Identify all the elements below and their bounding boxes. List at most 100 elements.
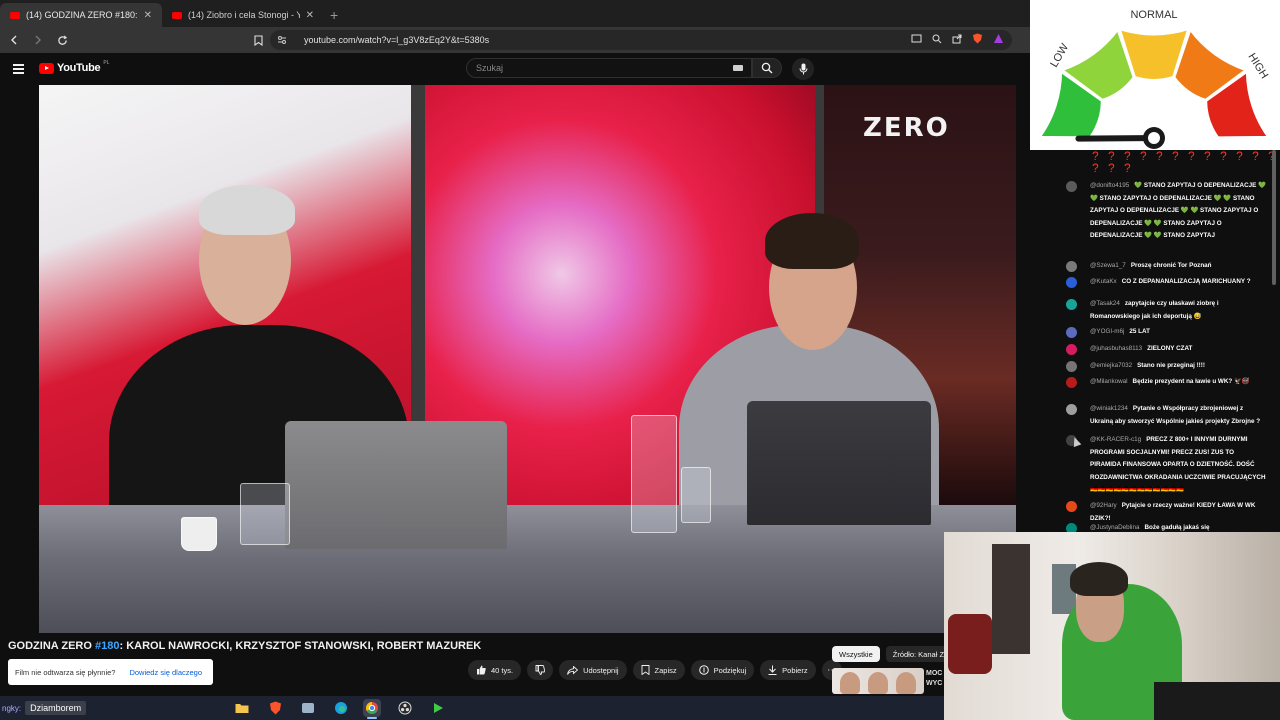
playback-notice: Film nie odtwarza się płynnie? Dowiedz s… xyxy=(8,659,213,685)
chat-author[interactable]: @KutaKx xyxy=(1090,278,1117,285)
avatar[interactable] xyxy=(1066,261,1077,272)
search-button[interactable] xyxy=(752,58,782,78)
avatar[interactable] xyxy=(1066,344,1077,355)
search-input[interactable]: Szukaj xyxy=(466,58,752,78)
address-bar[interactable]: youtube.com/watch?v=l_g3V8zEq2Y&t=5380s xyxy=(270,30,1012,50)
active-app-indicator xyxy=(367,717,377,719)
chat-author[interactable]: @92Hary xyxy=(1090,502,1117,509)
chat-author[interactable]: @juhasbuhas8113 xyxy=(1090,345,1142,352)
video-actions: 40 tys. Udostępnij Zapisz Podziękuj Pobi… xyxy=(468,660,842,680)
avatar[interactable] xyxy=(1066,377,1077,388)
gauge-needle xyxy=(1075,135,1157,142)
video-title: GODZINA ZERO #180: KAROL NAWROCKI, KRZYS… xyxy=(8,640,481,652)
zoom-icon[interactable] xyxy=(932,34,942,44)
avatar[interactable] xyxy=(1066,181,1077,192)
chat-scrollbar[interactable] xyxy=(1272,150,1276,285)
streamer-hair xyxy=(1070,562,1128,596)
thumbs-up-icon xyxy=(477,665,486,675)
edge-icon[interactable] xyxy=(332,699,350,717)
youtube-play-icon xyxy=(39,62,54,74)
recommended-video-title[interactable]: MOC WYC xyxy=(926,669,944,689)
share-page-icon[interactable] xyxy=(952,34,962,44)
reload-icon[interactable] xyxy=(52,30,72,50)
launcher-icon[interactable] xyxy=(429,699,447,717)
omnibox-actions xyxy=(911,33,1004,44)
chat-message: @KutaKx CO Z DEPANANALIZACJĄ MARICHUANY ? xyxy=(1066,276,1266,289)
new-tab-icon[interactable]: + xyxy=(330,3,338,27)
stream-username-overlay: ngky: Dziamborem xyxy=(0,696,87,720)
recommended-video-thumbnail[interactable] xyxy=(832,668,924,694)
share-label: Udostępnij xyxy=(583,665,619,675)
host-left-hair xyxy=(199,185,295,235)
browser-tab-active[interactable]: (14) GODZINA ZERO #180: K ✕ xyxy=(0,3,162,27)
avatar[interactable] xyxy=(1066,277,1077,288)
voice-search-button[interactable] xyxy=(792,58,814,80)
chat-author[interactable]: @Szewa1_7 xyxy=(1090,262,1126,269)
title-hashtag[interactable]: #180 xyxy=(95,640,119,652)
chat-message: @winiak1234 Pytanie o Współpracy zbrojeni… xyxy=(1066,403,1266,428)
video-player[interactable]: ZERO xyxy=(39,85,1016,633)
menu-icon[interactable] xyxy=(13,64,24,74)
obs-icon[interactable] xyxy=(396,699,414,717)
forward-icon[interactable] xyxy=(28,30,48,50)
overlay-user-a: ngky: xyxy=(2,703,22,713)
chrome-icon[interactable] xyxy=(363,699,381,717)
thanks-button[interactable]: Podziękuj xyxy=(690,660,755,680)
keyboard-icon[interactable] xyxy=(733,65,743,71)
webcam-chair xyxy=(948,614,992,674)
save-playlist-icon xyxy=(641,665,649,675)
microphone-icon xyxy=(799,63,807,75)
avatar[interactable] xyxy=(1066,299,1077,310)
site-settings-icon[interactable] xyxy=(277,35,287,45)
chip-all[interactable]: Wszystkie xyxy=(832,646,880,662)
chat-text: 💚 STANO ZAPYTAJ O DEPENALIZACJE 💚 💚 STAN… xyxy=(1090,182,1266,239)
chat-author[interactable]: @Tasak24 xyxy=(1090,300,1120,307)
notice-text: Film nie odtwarza się płynnie? xyxy=(15,667,116,677)
chat-author[interactable]: @JustynaDeblina xyxy=(1090,524,1139,531)
chat-message: @Milankowal Będzie prezydent na ławie u W… xyxy=(1066,376,1266,389)
like-count: 40 tys. xyxy=(491,665,514,675)
chat-author[interactable]: @winiak1234 xyxy=(1090,405,1128,412)
cast-icon[interactable] xyxy=(911,34,922,43)
brave-rewards-icon[interactable] xyxy=(993,33,1004,44)
youtube-logo[interactable]: YouTube PL xyxy=(39,60,110,74)
save-button[interactable]: Zapisz xyxy=(632,660,685,680)
chat-author[interactable]: @donifto4195 xyxy=(1090,182,1129,189)
avatar[interactable] xyxy=(1066,327,1077,338)
zero-channel-logo: ZERO xyxy=(863,113,950,143)
gauge-label-normal: NORMAL xyxy=(1130,9,1177,21)
brave-icon[interactable] xyxy=(266,699,284,717)
os-taskbar: ngky: Dziamborem xyxy=(0,696,944,720)
host-right-hair xyxy=(765,213,859,269)
dislike-button[interactable] xyxy=(527,660,554,680)
close-icon[interactable]: ✕ xyxy=(306,10,314,21)
chat-author[interactable]: @KK-RACER-c1g xyxy=(1090,436,1141,443)
gauge-label-high: HIGH xyxy=(1245,51,1270,81)
chat-text: ZIELONY CZAT xyxy=(1147,345,1193,352)
folder-icon[interactable] xyxy=(233,699,251,717)
water-glass xyxy=(681,467,711,523)
recommendation-chips: Wszystkie Źródło: Kanał Ze xyxy=(832,646,956,662)
brave-shield-icon[interactable] xyxy=(972,33,983,44)
learn-why-link[interactable]: Dowiedz się dlaczego xyxy=(129,668,202,677)
avatar[interactable] xyxy=(1066,404,1077,415)
download-button[interactable]: Pobierz xyxy=(760,660,816,680)
files-icon[interactable] xyxy=(299,699,317,717)
bookmark-icon[interactable] xyxy=(248,30,268,50)
youtube-header: YouTube PL Szukaj xyxy=(0,53,1030,85)
chat-author[interactable]: @emiejka7032 xyxy=(1090,362,1132,369)
logo-region: PL xyxy=(103,60,110,66)
chat-author[interactable]: @YOGI-m6j xyxy=(1090,328,1124,335)
back-icon[interactable] xyxy=(4,30,24,50)
avatar[interactable] xyxy=(1066,501,1077,512)
close-icon[interactable]: ✕ xyxy=(144,10,152,21)
share-button[interactable]: Udostępnij xyxy=(559,660,627,680)
avatar[interactable] xyxy=(1066,361,1077,372)
chat-text: 25 LAT xyxy=(1129,328,1150,335)
chat-author[interactable]: @Milankowal xyxy=(1090,378,1128,385)
like-button[interactable]: 40 tys. xyxy=(468,660,522,680)
thanks-icon xyxy=(698,665,709,675)
browser-tab-bar: (14) GODZINA ZERO #180: K ✕ (14) Ziobro … xyxy=(0,0,1030,27)
browser-tab[interactable]: (14) Ziobro i cela Stonogi - YouTube ✕ xyxy=(162,3,324,27)
tab-label: (14) Ziobro i cela Stonogi - YouTube xyxy=(188,10,300,20)
